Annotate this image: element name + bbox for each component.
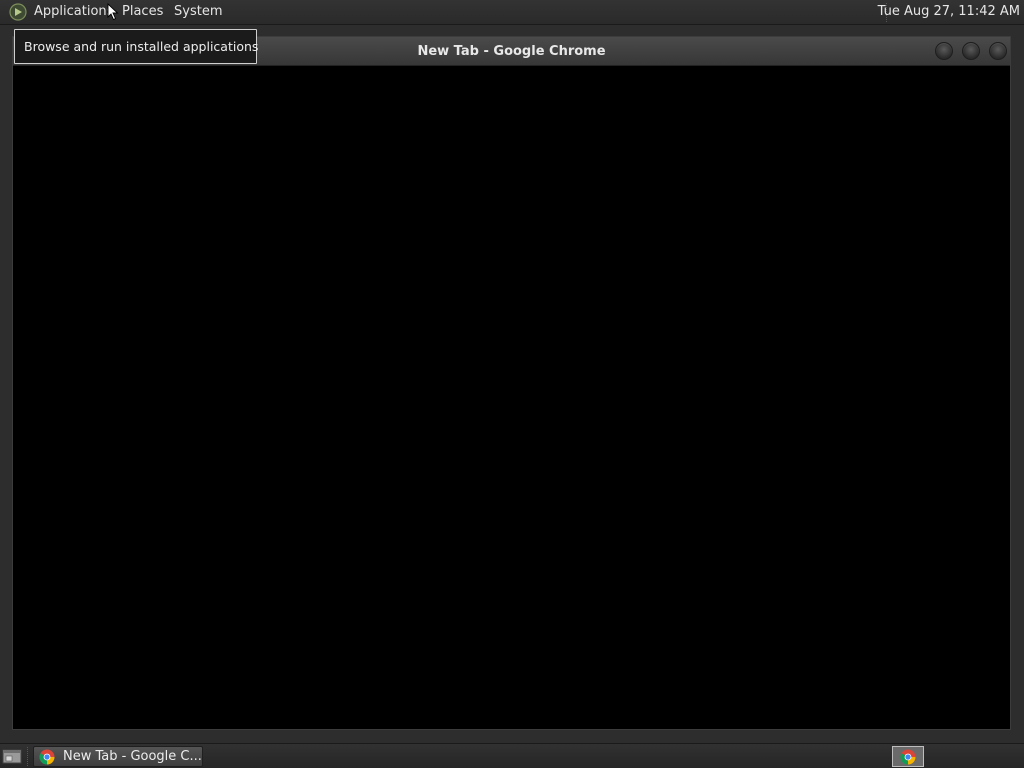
chrome-window: New Tab - Google Chrome (12, 36, 1011, 730)
maximize-button[interactable] (962, 42, 980, 60)
mouse-cursor-icon (107, 3, 119, 21)
close-button[interactable] (989, 42, 1007, 60)
show-desktop-icon[interactable] (2, 747, 22, 765)
workspace-switcher[interactable] (892, 746, 924, 767)
system-menu[interactable]: System (174, 4, 222, 20)
tooltip-text: Browse and run installed applications (24, 39, 259, 54)
chrome-icon (39, 749, 55, 765)
clock[interactable]: Tue Aug 27, 11:42 AM (878, 4, 1020, 20)
places-menu[interactable]: Places (122, 4, 163, 20)
chrome-icon (900, 749, 916, 765)
bottom-panel: New Tab - Google C... (0, 743, 1024, 768)
desktop: Applications Places System Tue Aug 27, 1… (0, 0, 1024, 768)
minimize-button[interactable] (935, 42, 953, 60)
menu-logo-icon[interactable] (9, 3, 27, 21)
task-label: New Tab - Google C... (63, 749, 202, 764)
applications-tooltip: Browse and run installed applications (14, 29, 259, 64)
window-content[interactable] (13, 66, 1010, 729)
top-panel: Applications Places System Tue Aug 27, 1… (0, 0, 1024, 25)
applications-menu[interactable]: Applications (34, 4, 113, 20)
taskbar-chrome-button[interactable]: New Tab - Google C... (33, 746, 203, 767)
panel-separator (27, 747, 30, 766)
